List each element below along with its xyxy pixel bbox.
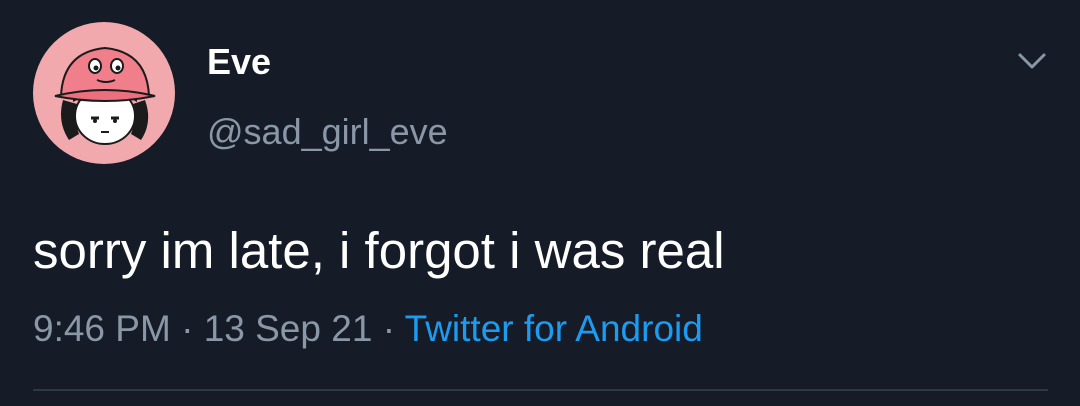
tweet-text: sorry im late, i forgot i was real bbox=[33, 222, 725, 279]
avatar-cartoon-icon bbox=[54, 46, 156, 145]
avatar[interactable] bbox=[33, 22, 175, 164]
chevron-down-icon[interactable] bbox=[1012, 46, 1052, 76]
tweet-meta: 9:46 PM · 13 Sep 21 · Twitter for Androi… bbox=[33, 305, 703, 353]
user-handle[interactable]: @sad_girl_eve bbox=[207, 108, 448, 156]
tweet-source-link[interactable]: Twitter for Android bbox=[405, 308, 703, 349]
meta-separator: · bbox=[382, 308, 396, 349]
tweet-date[interactable]: 13 Sep 21 bbox=[204, 308, 373, 349]
tweet-card: Eve @sad_girl_eve sorry im late, i forgo… bbox=[0, 0, 1080, 406]
meta-separator: · bbox=[181, 308, 194, 349]
tweet-time[interactable]: 9:46 PM bbox=[33, 308, 171, 349]
divider bbox=[33, 389, 1048, 391]
display-name[interactable]: Eve bbox=[207, 38, 271, 86]
